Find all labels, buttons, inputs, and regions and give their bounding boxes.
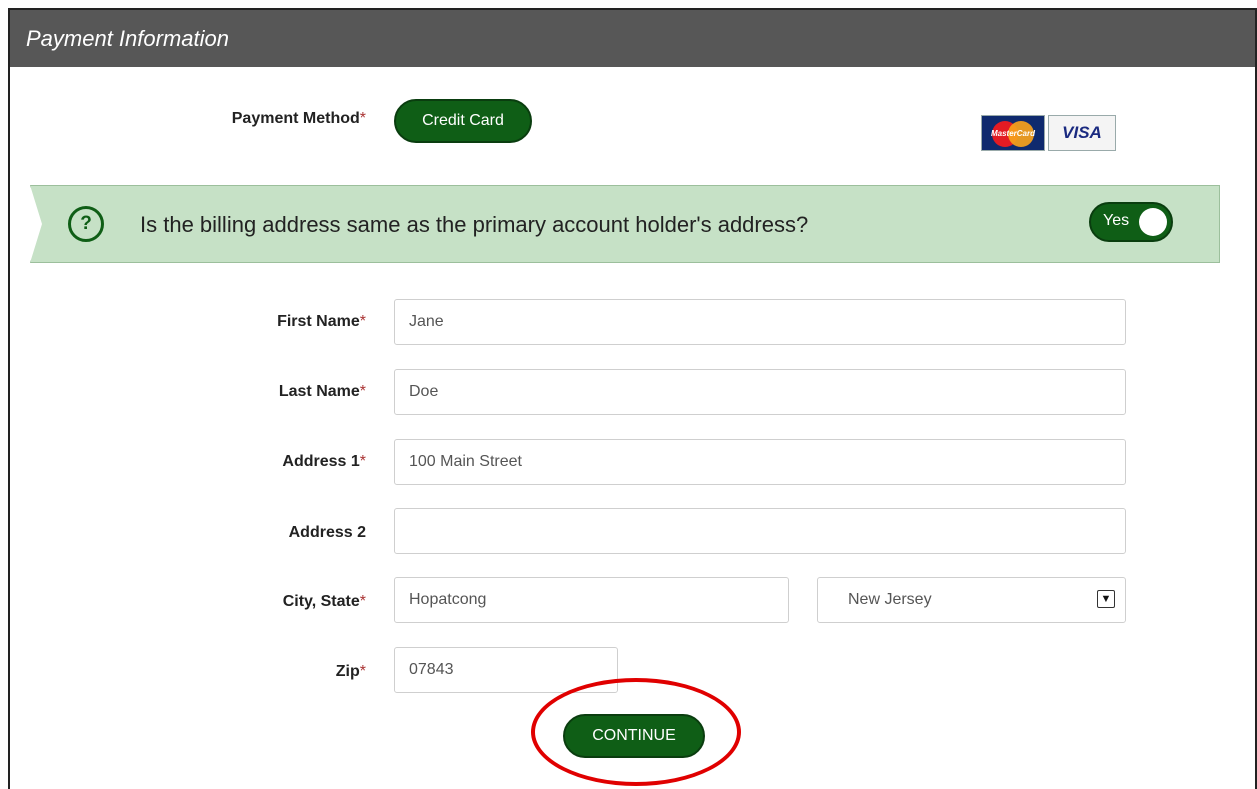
last-name-label: Last Name* bbox=[278, 383, 366, 400]
address2-input[interactable] bbox=[394, 508, 1126, 554]
billing-same-toggle[interactable]: Yes bbox=[1089, 202, 1173, 242]
last-name-input[interactable]: Doe bbox=[394, 369, 1126, 415]
page-title: Payment Information bbox=[10, 10, 1255, 67]
city-input[interactable]: Hopatcong bbox=[394, 577, 789, 623]
payment-method-button[interactable]: Credit Card bbox=[394, 99, 532, 143]
first-name-input[interactable]: Jane bbox=[394, 299, 1126, 345]
state-select-value: New Jersey bbox=[848, 591, 932, 608]
chevron-down-icon[interactable]: ▼ bbox=[1097, 590, 1115, 608]
zip-label: Zip* bbox=[335, 663, 366, 680]
address2-label: Address 2 bbox=[288, 524, 366, 541]
highlight-ring bbox=[531, 678, 741, 786]
first-name-label: First Name* bbox=[277, 313, 366, 330]
billing-question-text: Is the billing address same as the prima… bbox=[140, 212, 809, 237]
city-state-label: City, State* bbox=[282, 593, 366, 610]
address1-input[interactable]: 100 Main Street bbox=[394, 439, 1126, 485]
address1-label: Address 1* bbox=[282, 453, 366, 470]
accepted-cards: MasterCard VISA bbox=[981, 115, 1116, 151]
toggle-label: Yes bbox=[1103, 212, 1130, 229]
toggle-knob[interactable] bbox=[1139, 208, 1167, 236]
state-select[interactable]: New Jersey ▼ bbox=[817, 577, 1126, 623]
visa-icon: VISA bbox=[1048, 115, 1116, 151]
payment-method-label: Payment Method* bbox=[231, 110, 366, 127]
question-icon: ? bbox=[68, 206, 104, 242]
mastercard-icon: MasterCard bbox=[981, 115, 1045, 151]
